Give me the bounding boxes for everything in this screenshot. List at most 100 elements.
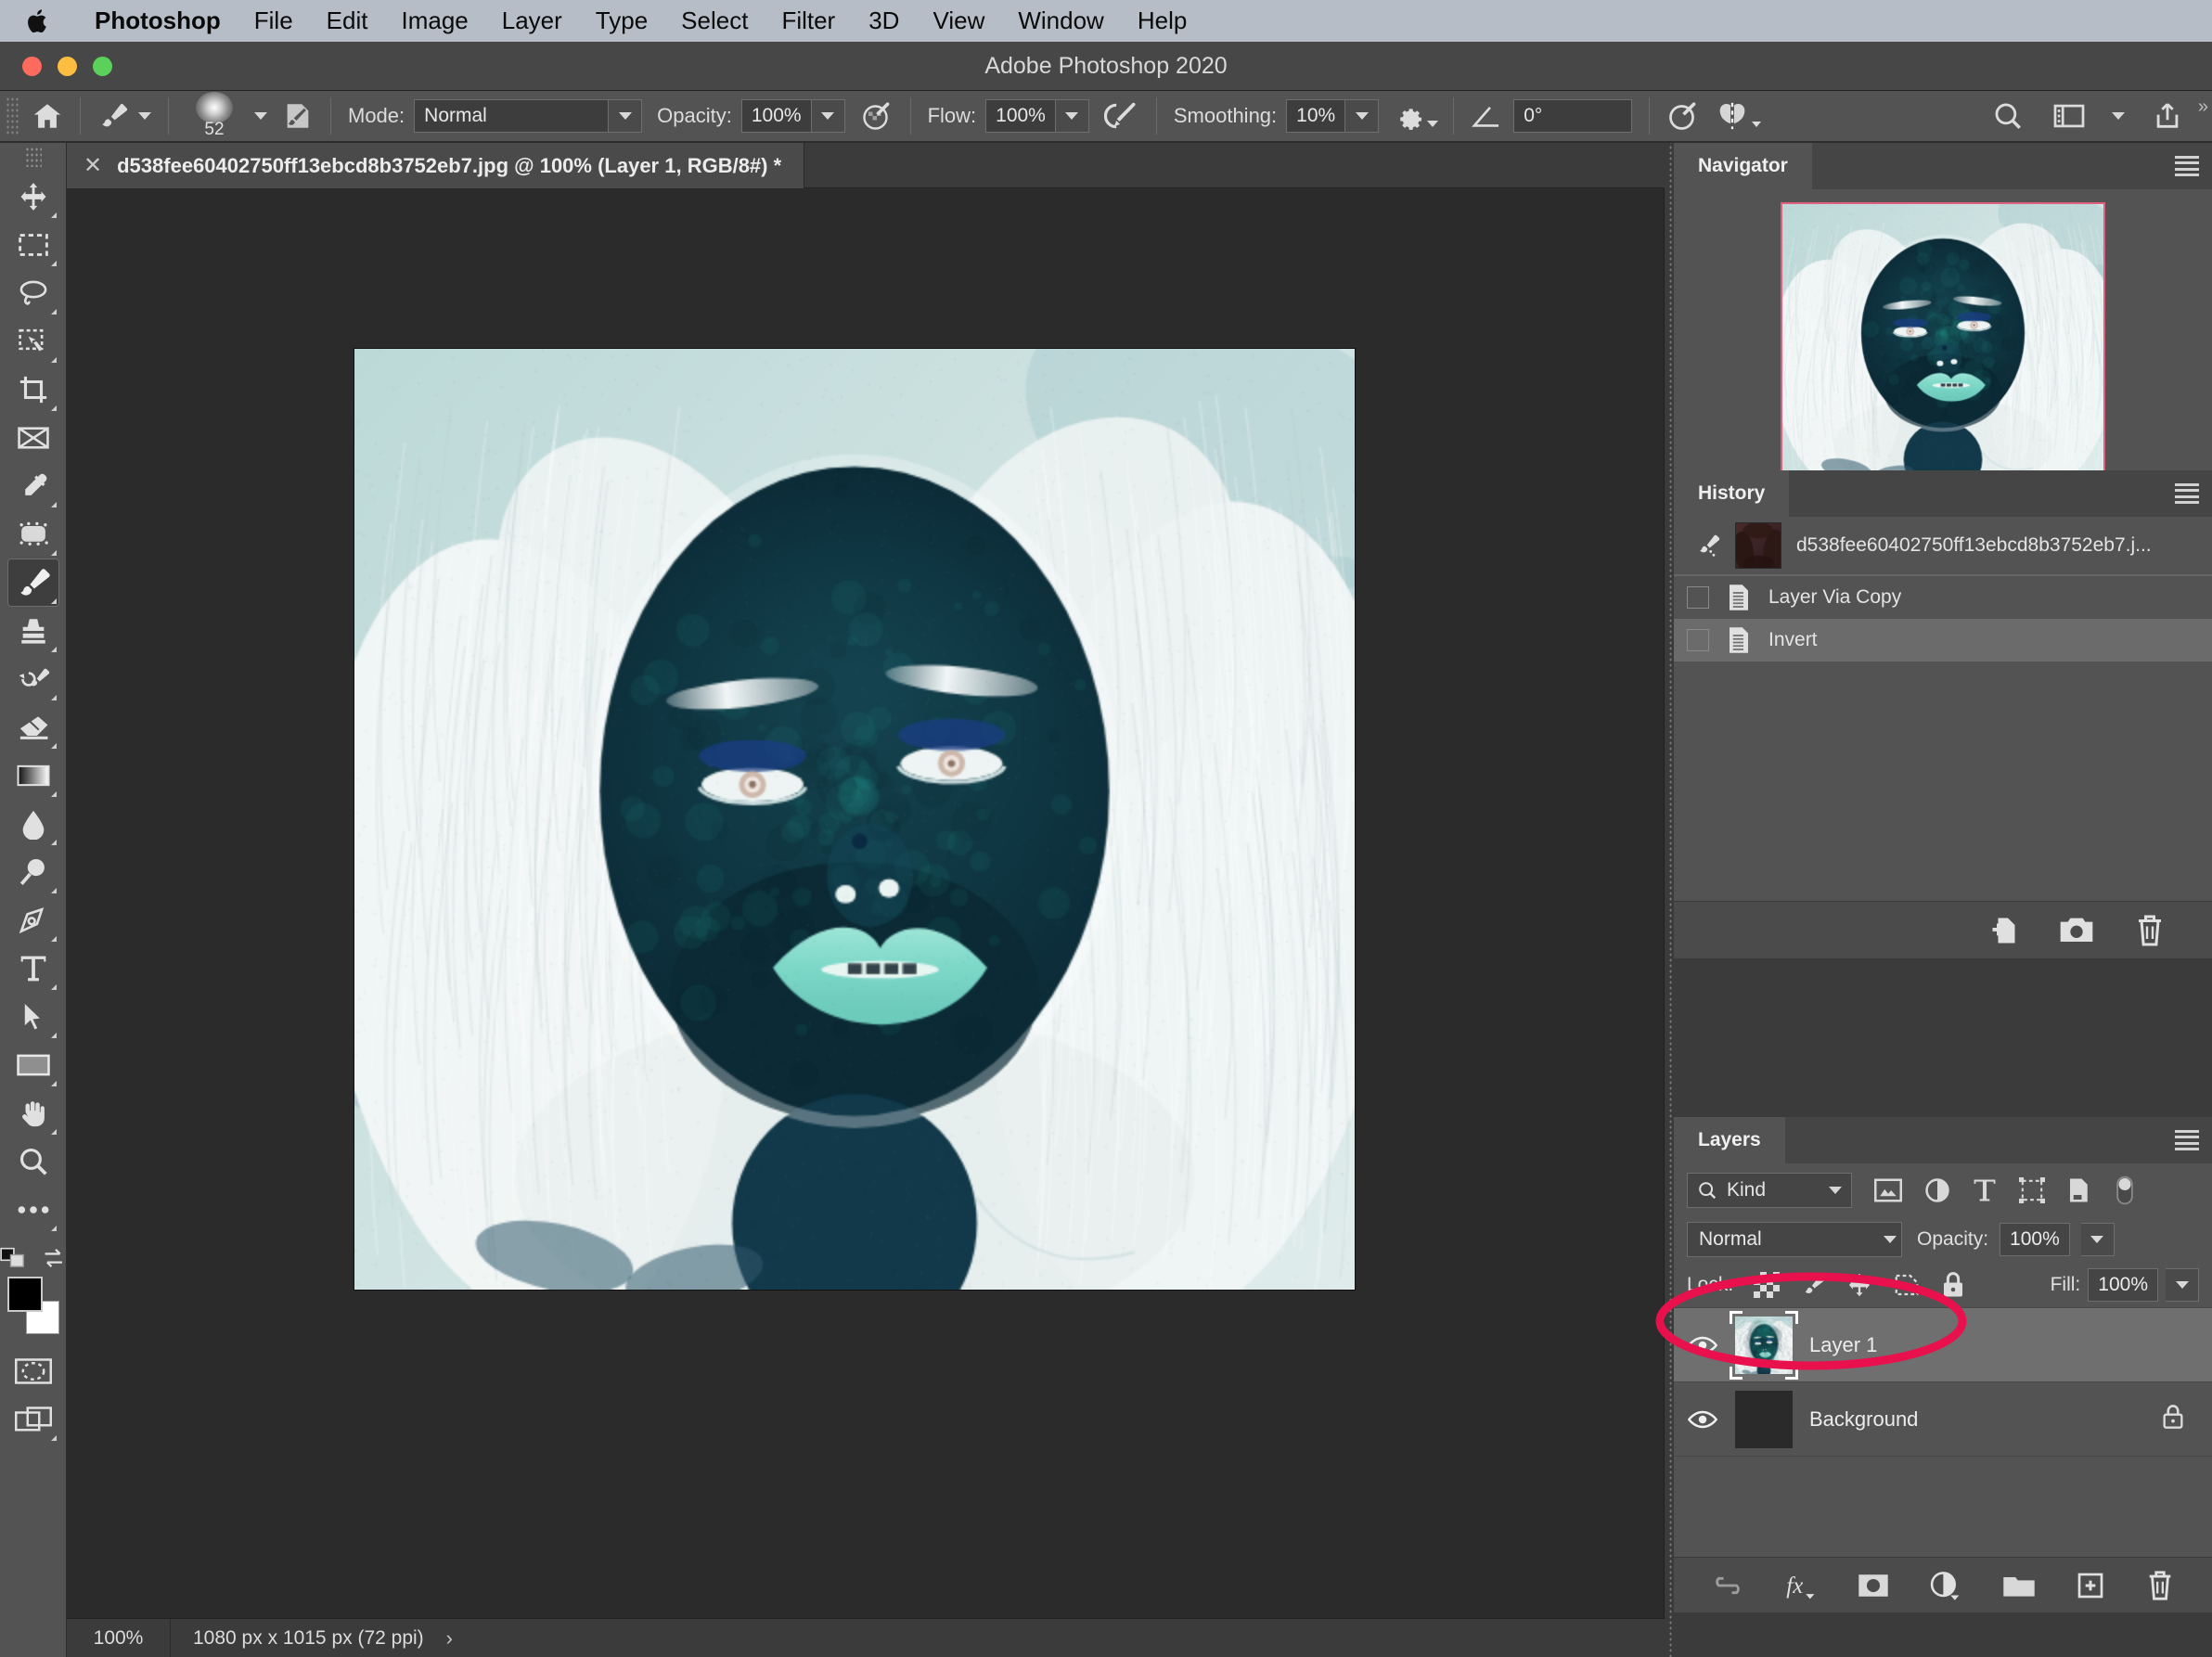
menu-3d[interactable]: 3D (852, 0, 916, 42)
filter-toggle-switch-icon[interactable] (2114, 1175, 2136, 1206)
hand-tool[interactable] (7, 1089, 59, 1137)
path-selection-tool[interactable] (7, 993, 59, 1041)
navigator-thumbnail[interactable] (1781, 202, 2105, 481)
filter-shape-layers-icon[interactable] (2019, 1177, 2045, 1203)
layer-row-layer-1[interactable]: Layer 1 (1674, 1308, 2212, 1382)
apple-logo-icon[interactable] (24, 6, 52, 37)
layer-kind-filter[interactable]: Kind (1687, 1173, 1852, 1208)
blend-mode-dropdown[interactable]: Normal (1687, 1222, 1902, 1257)
filter-type-layers-icon[interactable] (1973, 1177, 1997, 1203)
tab-navigator[interactable]: Navigator (1674, 143, 1812, 189)
panel-menu-icon[interactable] (2175, 1130, 2199, 1150)
lock-artboard-nesting-icon[interactable] (1893, 1272, 1921, 1298)
opacity-input[interactable]: 100% (741, 99, 812, 133)
clone-stamp-tool[interactable] (7, 607, 59, 655)
history-state-checkbox[interactable] (1687, 586, 1709, 609)
tools-panel-grip[interactable] (25, 147, 42, 167)
zoom-tool[interactable] (7, 1137, 59, 1186)
filter-smart-object-layers-icon[interactable] (2067, 1176, 2091, 1204)
smoothing-options-button[interactable] (1386, 91, 1444, 142)
options-bar-expand[interactable]: » (2198, 96, 2208, 118)
layers-opacity-input[interactable]: 100% (2000, 1223, 2070, 1256)
swap-colors-icon[interactable] (41, 1245, 67, 1271)
smoothing-input[interactable]: 10% (1286, 99, 1345, 133)
menu-file[interactable]: File (238, 0, 310, 42)
brush-preset-picker[interactable] (90, 91, 159, 142)
menu-help[interactable]: Help (1121, 0, 1203, 42)
menu-photoshop[interactable]: Photoshop (78, 0, 238, 42)
document-image[interactable] (354, 349, 1355, 1290)
dodge-tool[interactable] (7, 848, 59, 896)
lock-position-icon[interactable] (1846, 1272, 1872, 1298)
document-tab[interactable]: ✕ d538fee60402750ff13ebcd8b3752eb7.jpg @… (67, 143, 804, 188)
filter-adjustment-layers-icon[interactable] (1924, 1177, 1950, 1203)
history-state-row[interactable]: Invert (1674, 619, 2212, 662)
lasso-tool[interactable] (7, 269, 59, 317)
layer-visibility-toggle[interactable] (1687, 1335, 1718, 1355)
menu-image[interactable]: Image (384, 0, 484, 42)
pressure-size-toggle[interactable] (1659, 91, 1707, 142)
eraser-tool[interactable] (7, 703, 59, 751)
pressure-opacity-toggle[interactable] (853, 91, 901, 142)
crop-tool[interactable] (7, 366, 59, 414)
blur-tool[interactable] (7, 800, 59, 848)
chevron-down-icon[interactable] (254, 112, 267, 120)
chevron-down-icon[interactable] (1829, 1187, 1842, 1194)
default-colors-icon[interactable] (0, 1245, 26, 1271)
add-layer-mask-icon[interactable] (1858, 1573, 1889, 1599)
history-state-row[interactable]: Layer Via Copy (1674, 576, 2212, 619)
menu-filter[interactable]: Filter (765, 0, 852, 42)
pen-tool[interactable] (7, 896, 59, 944)
gradient-tool[interactable] (7, 751, 59, 800)
rectangle-tool[interactable] (7, 1041, 59, 1089)
home-button[interactable] (24, 91, 71, 142)
options-bar-grip[interactable] (6, 96, 20, 135)
object-selection-tool[interactable] (7, 317, 59, 366)
brush-settings-panel-button[interactable] (275, 91, 321, 142)
blend-mode-control[interactable]: Mode: Normal (341, 91, 649, 142)
edit-toolbar-button[interactable] (7, 1186, 59, 1234)
lock-all-icon[interactable] (1941, 1271, 1965, 1299)
spot-healing-brush-tool[interactable] (7, 510, 59, 559)
delete-state-trash-icon[interactable] (2134, 914, 2166, 947)
new-layer-icon[interactable] (2077, 1571, 2104, 1600)
layer-row-background[interactable]: Background (1674, 1382, 2212, 1457)
canvas-area[interactable] (67, 188, 1665, 1618)
chevron-right-icon[interactable]: › (446, 1626, 453, 1651)
rectangular-marquee-tool[interactable] (7, 221, 59, 269)
color-swatches[interactable] (6, 1277, 61, 1334)
menu-type[interactable]: Type (579, 0, 664, 42)
brush-tool[interactable] (7, 559, 59, 607)
link-layers-icon[interactable] (1711, 1575, 1744, 1596)
lock-image-pixels-icon[interactable] (1800, 1272, 1826, 1298)
chevron-down-icon[interactable] (138, 112, 151, 120)
brush-angle-control[interactable]: 0° (1463, 91, 1640, 142)
opacity-control[interactable]: Opacity: 100% (649, 91, 852, 142)
flow-control[interactable]: Flow: 100% (920, 91, 1097, 142)
filter-pixel-layers-icon[interactable] (1874, 1178, 1902, 1202)
new-adjustment-layer-icon[interactable] (1930, 1571, 1961, 1600)
flow-caret[interactable] (1056, 99, 1089, 133)
frame-tool[interactable] (7, 414, 59, 462)
smoothing-control[interactable]: Smoothing: 10% (1166, 91, 1386, 142)
tab-layers[interactable]: Layers (1674, 1117, 1785, 1163)
layer-name[interactable]: Layer 1 (1809, 1333, 1877, 1357)
eyedropper-tool[interactable] (7, 462, 59, 510)
layer-visibility-toggle[interactable] (1687, 1409, 1718, 1430)
type-tool[interactable] (7, 944, 59, 993)
fill-caret[interactable] (2166, 1268, 2199, 1302)
lock-transparent-pixels-icon[interactable] (1754, 1272, 1780, 1298)
layers-opacity-caret[interactable] (2081, 1223, 2115, 1256)
angle-input[interactable]: 0° (1513, 99, 1632, 133)
chevron-down-icon[interactable] (2112, 112, 2125, 120)
chevron-down-icon[interactable] (1884, 1236, 1897, 1243)
mode-select-caret[interactable] (609, 99, 642, 133)
new-group-folder-icon[interactable] (2002, 1573, 2036, 1599)
menu-window[interactable]: Window (1001, 0, 1120, 42)
panel-menu-icon[interactable] (2175, 483, 2199, 504)
menu-edit[interactable]: Edit (310, 0, 385, 42)
artboard[interactable] (354, 349, 1355, 1290)
search-button[interactable] (1989, 97, 2026, 135)
panel-menu-icon[interactable] (2175, 156, 2199, 176)
menu-view[interactable]: View (916, 0, 1001, 42)
